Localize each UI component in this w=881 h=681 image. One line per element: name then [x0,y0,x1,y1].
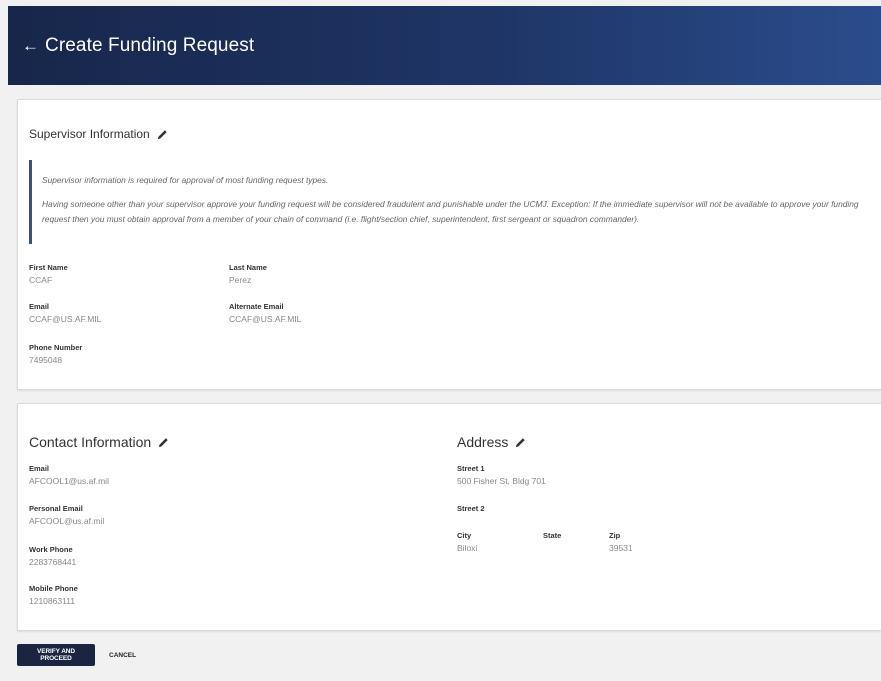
supervisor-email: Email CCAF@US.AF.MIL [29,302,101,324]
pencil-icon[interactable] [157,129,168,140]
supervisor-section-title: Supervisor Information [29,127,168,141]
address-section-title: Address [457,434,526,450]
field-value: Perez [229,275,252,285]
supervisor-phone-number: Phone Number 7495048 [29,343,82,365]
supervisor-card: Supervisor Information Supervisor inform… [17,99,881,390]
field-label: Street 2 [457,504,485,513]
field-value: CCAF [29,275,53,285]
pencil-icon[interactable] [515,437,526,448]
field-value: 39531 [609,543,633,553]
contact-title-text: Contact Information [29,434,152,450]
pencil-icon[interactable] [158,437,169,448]
arrow-left-icon[interactable]: ← [22,37,39,54]
field-label: Personal Email [29,504,83,513]
contact-section-title: Contact Information [29,434,169,450]
field-label: Zip [609,531,621,540]
field-label: Email [29,464,50,473]
notice-line-1: Supervisor information is required for a… [42,175,329,185]
field-value: 7495048 [29,355,63,365]
supervisor-notice: Supervisor information is required for a… [29,160,879,244]
contact-mobile-phone: Mobile Phone 1210863111 [29,584,78,606]
notice-line-2: Having someone other than your superviso… [42,198,859,225]
field-value: 1210863111 [29,596,76,606]
supervisor-first-name: First Name CCAF [29,263,68,285]
address-title-text: Address [457,434,509,450]
field-value: 500 Fisher St, Bldg 701 [457,476,546,486]
field-label: Last Name [229,263,267,272]
contact-work-phone: Work Phone 2283768441 [29,545,76,567]
field-value: CCAF@US.AF.MIL [229,314,302,324]
field-label: First Name [29,263,68,272]
field-label: Alternate Email [229,302,284,311]
field-value: CCAF@US.AF.MIL [29,314,102,324]
field-value: 2283768441 [29,557,77,567]
field-value: AFCOOL1@us.af.mil [29,476,109,486]
contact-email: Email AFCOOL1@us.af.mil [29,464,109,486]
address-street-1: Street 1 500 Fisher St, Bldg 701 [457,464,546,486]
supervisor-alternate-email: Alternate Email CCAF@US.AF.MIL [229,302,301,324]
field-label: Street 1 [457,464,485,473]
supervisor-last-name: Last Name Perez [229,263,267,285]
field-label: Mobile Phone [29,584,78,593]
address-city: City Biloxi [457,531,477,553]
field-value: AFCOOL@us.af.mil [29,516,105,526]
field-value: Biloxi [457,543,478,553]
field-label: State [543,531,562,540]
page-title: Create Funding Request [45,34,255,56]
address-state: State [543,531,561,543]
address-zip: Zip 39531 [609,531,633,553]
supervisor-title-text: Supervisor Information [29,127,150,141]
field-label: Email [29,302,50,311]
contact-personal-email: Personal Email AFCOOL@us.af.mil [29,504,104,526]
field-label: City [457,531,472,540]
field-label: Phone Number [29,343,83,352]
verify-and-proceed-button[interactable]: VERIFY AND PROCEED [17,644,95,666]
form-actions: VERIFY AND PROCEED CANCEL [17,644,136,666]
back-link[interactable]: ← Create Funding Request [22,35,254,57]
address-street-2: Street 2 [457,504,485,516]
page-header: ← Create Funding Request [8,6,881,85]
contact-card: Contact Information Email AFCOOL1@us.af.… [17,403,881,631]
cancel-button[interactable]: CANCEL [109,652,136,659]
field-label: Work Phone [29,545,73,554]
